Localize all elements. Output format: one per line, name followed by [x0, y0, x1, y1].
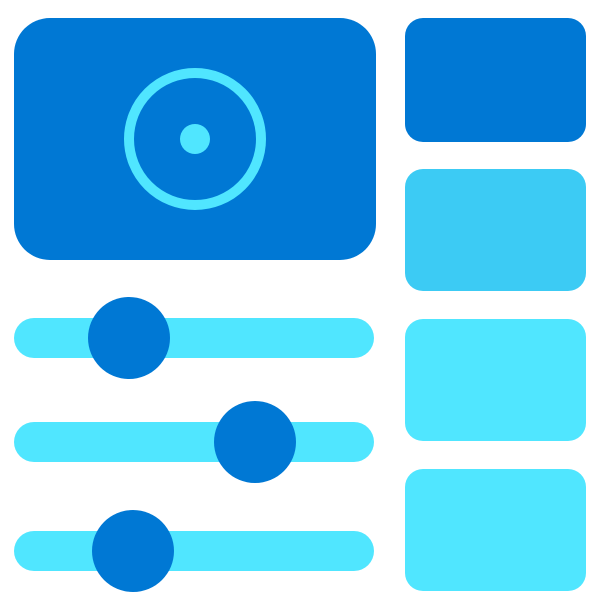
record-dot: [180, 124, 210, 154]
thumbnail-2[interactable]: [405, 169, 586, 291]
media-settings-illustration: [0, 0, 600, 612]
slider-track[interactable]: [14, 422, 374, 462]
slider-track[interactable]: [14, 531, 374, 571]
slider-3[interactable]: [14, 510, 374, 592]
slider-track[interactable]: [14, 318, 374, 358]
record-icon[interactable]: [122, 66, 268, 212]
slider-1[interactable]: [14, 297, 374, 379]
thumbnail-3[interactable]: [405, 319, 586, 441]
slider-knob[interactable]: [214, 401, 297, 483]
slider-knob[interactable]: [88, 297, 171, 379]
preview-panel[interactable]: [14, 18, 376, 260]
slider-2[interactable]: [14, 401, 374, 483]
slider-knob[interactable]: [91, 510, 174, 592]
thumbnail-1[interactable]: [405, 18, 586, 142]
thumbnail-4[interactable]: [405, 469, 586, 591]
